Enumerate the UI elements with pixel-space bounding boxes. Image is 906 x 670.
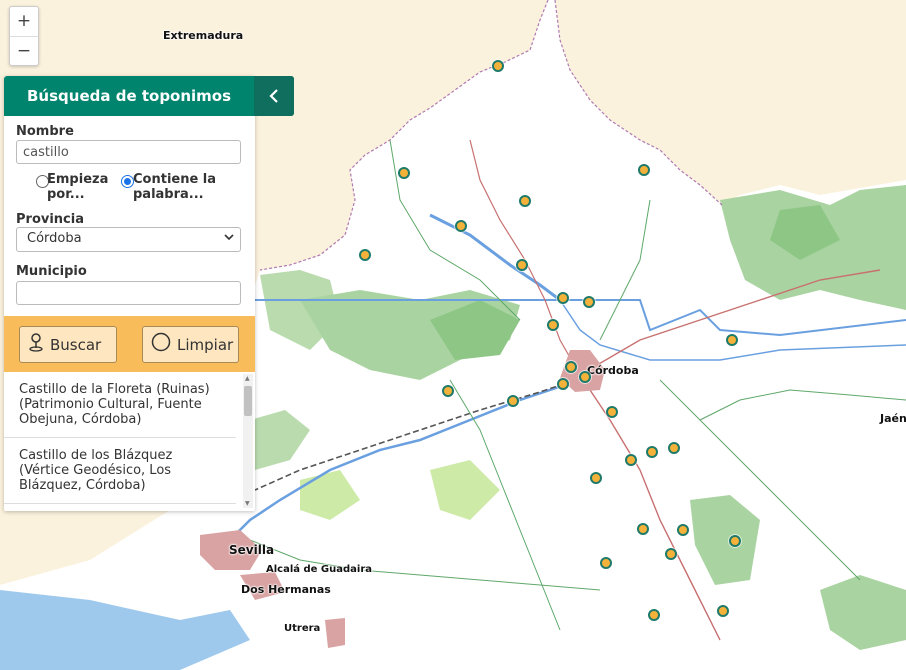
toponym-marker[interactable] xyxy=(579,371,591,383)
nombre-label: Nombre xyxy=(16,124,74,139)
match-mode-radios: Empieza por... Contiene la palabra... xyxy=(16,172,243,208)
toponym-marker[interactable] xyxy=(583,296,595,308)
zoom-control: + − xyxy=(9,6,39,66)
toponym-marker[interactable] xyxy=(717,605,729,617)
toponym-marker[interactable] xyxy=(547,319,559,331)
collapse-button[interactable] xyxy=(254,76,294,116)
municipio-label: Municipio xyxy=(16,264,87,279)
limpiar-label: Limpiar xyxy=(177,335,234,354)
toponym-marker[interactable] xyxy=(516,259,528,271)
buscar-button[interactable]: Buscar xyxy=(19,326,117,363)
chevron-left-icon xyxy=(268,85,280,106)
radio-begins-label: Empieza por... xyxy=(47,172,109,202)
place-label: Alcalá de Guadaira xyxy=(266,564,373,575)
place-label: Jaén xyxy=(880,412,906,425)
results-scrollbar[interactable]: ▲ ▼ xyxy=(243,374,253,508)
toponym-marker[interactable] xyxy=(455,220,467,232)
clear-circle-icon xyxy=(151,332,171,357)
toponym-marker[interactable] xyxy=(519,195,531,207)
provincia-value: Córdoba xyxy=(27,231,82,246)
toponym-marker[interactable] xyxy=(442,385,454,397)
toponym-marker[interactable] xyxy=(557,378,569,390)
panel-header: Búsqueda de toponimos xyxy=(4,76,294,116)
nombre-input[interactable] xyxy=(16,140,241,164)
municipio-input[interactable] xyxy=(16,281,241,305)
toponym-marker[interactable] xyxy=(637,523,649,535)
search-form: Nombre Empieza por... Contiene la palabr… xyxy=(4,124,255,305)
result-item[interactable]: Castillo de los Blázquez (Vértice Geodés… xyxy=(4,438,236,504)
toponym-marker[interactable] xyxy=(398,167,410,179)
panel-title: Búsqueda de toponimos xyxy=(27,87,232,105)
provincia-select[interactable]: Córdoba xyxy=(16,227,241,252)
search-panel: Búsqueda de toponimos Nombre Empieza por… xyxy=(4,76,294,511)
place-label: Extremadura xyxy=(163,29,244,42)
place-label: Córdoba xyxy=(587,364,639,377)
place-label: Sevilla xyxy=(229,543,275,557)
toponym-marker[interactable] xyxy=(600,557,612,569)
toponym-marker[interactable] xyxy=(557,292,569,304)
radio-contains-label: Contiene la palabra... xyxy=(133,172,217,202)
toponym-marker[interactable] xyxy=(590,472,602,484)
result-item[interactable]: Castillo de la Floreta (Ruinas) (Patrimo… xyxy=(4,372,236,438)
toponym-marker[interactable] xyxy=(606,406,618,418)
toponym-marker[interactable] xyxy=(668,442,680,454)
buscar-label: Buscar xyxy=(50,335,102,354)
place-label: Dos Hermanas xyxy=(241,583,331,596)
results-list: Castillo de la Floreta (Ruinas) (Patrimo… xyxy=(4,372,255,511)
toponym-marker[interactable] xyxy=(646,446,658,458)
scroll-thumb[interactable] xyxy=(244,386,252,416)
scroll-up-icon[interactable]: ▲ xyxy=(245,375,250,382)
toponym-marker[interactable] xyxy=(729,535,741,547)
provincia-label: Provincia xyxy=(16,212,84,227)
zoom-in-button[interactable]: + xyxy=(10,7,38,36)
toponym-marker[interactable] xyxy=(648,609,660,621)
toponym-marker[interactable] xyxy=(665,548,677,560)
toponym-marker[interactable] xyxy=(565,361,577,373)
action-bar: Buscar Limpiar xyxy=(4,316,255,372)
map-pin-icon xyxy=(28,332,44,357)
toponym-marker[interactable] xyxy=(625,454,637,466)
toponym-marker[interactable] xyxy=(492,60,504,72)
limpiar-button[interactable]: Limpiar xyxy=(142,326,239,363)
scroll-down-icon[interactable]: ▼ xyxy=(245,500,250,507)
place-label: Utrera xyxy=(284,623,321,634)
toponym-marker[interactable] xyxy=(359,249,371,261)
toponym-marker[interactable] xyxy=(726,334,738,346)
chevron-down-icon xyxy=(224,231,234,245)
toponym-marker[interactable] xyxy=(638,164,650,176)
toponym-marker[interactable] xyxy=(677,524,689,536)
toponym-marker[interactable] xyxy=(507,395,519,407)
zoom-out-button[interactable]: − xyxy=(10,36,38,65)
